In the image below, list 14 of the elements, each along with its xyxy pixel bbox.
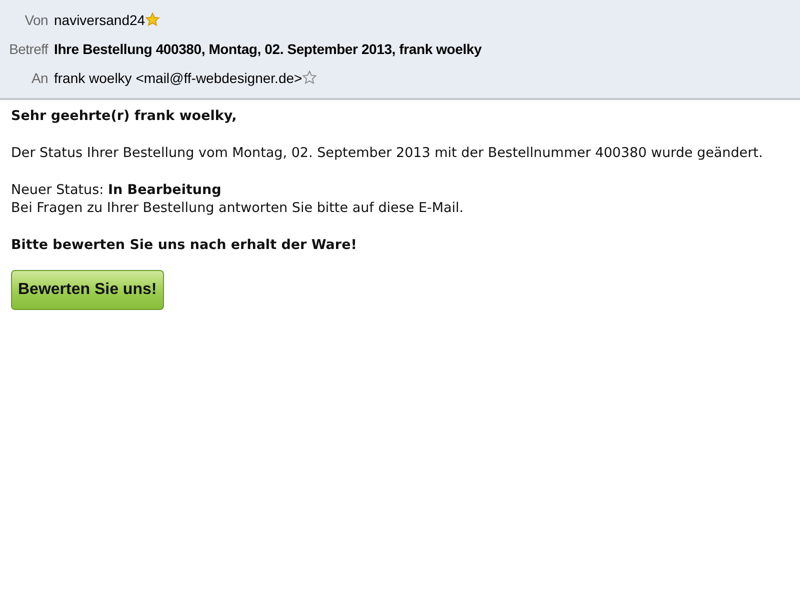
star-icon[interactable] — [302, 70, 318, 85]
contact-name[interactable]: frank woelky <mail@ff-webdesigner.de> — [54, 70, 302, 86]
rate-button[interactable]: Bewerten Sie uns! — [11, 270, 164, 310]
heading-text: Bitte bewerten Sie uns nach erhalt der Ware! — [11, 236, 357, 254]
body-text: Der Status Ihrer Bestellung vom Montag, 02. September 2013 mit der Bestellnummer 400380 wurde geändert. — [11, 144, 763, 162]
star-icon[interactable] — [145, 12, 160, 27]
field-label: Von — [24, 12, 48, 28]
body-text: Bei Fragen zu Ihrer Bestellung antworten Sie bitte auf diese E-Mail. — [11, 199, 464, 217]
heading-text: Sehr geehrte(r) frank woelky, — [11, 107, 237, 125]
field-label: Betreff — [8, 40, 48, 56]
body-text: Neuer Status: In Bearbeitung — [11, 181, 222, 199]
field-label: An — [30, 70, 48, 86]
contact-name[interactable]: naviversand24 — [54, 12, 146, 28]
subject-text: Ihre Bestellung 400380, Montag, 02. September 2013, frank woelky — [54, 40, 482, 56]
